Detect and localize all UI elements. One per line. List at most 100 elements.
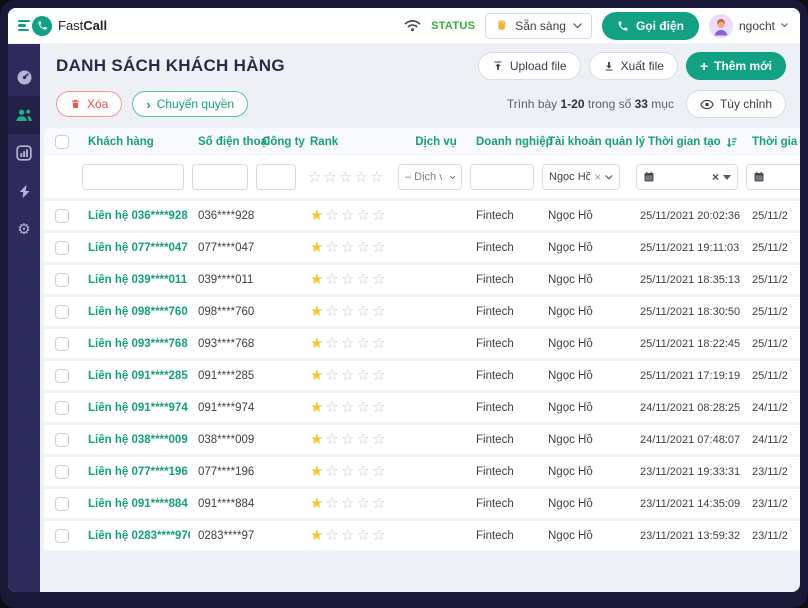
customer-link[interactable]: Liên hệ 077****196 (80, 466, 190, 478)
column-header-account[interactable]: Tài khoản quản lý (540, 136, 626, 148)
sidebar-item-reports[interactable] (8, 134, 40, 172)
filter-service-select[interactable]: – Dịch vụ – (398, 164, 462, 190)
star-icon[interactable]: ☆ (339, 170, 352, 185)
star-icon[interactable]: ☆ (372, 208, 385, 223)
customer-link[interactable]: Liên hệ 091****974 (80, 402, 190, 414)
customer-link[interactable]: Liên hệ 093****768 (80, 338, 190, 350)
select-all-checkbox[interactable] (55, 135, 69, 149)
star-icon[interactable]: ★ (310, 464, 323, 479)
star-icon[interactable]: ☆ (372, 304, 385, 319)
star-icon[interactable]: ☆ (325, 240, 338, 255)
filter-phone-input[interactable] (192, 164, 248, 190)
call-button[interactable]: Gọi điện (602, 12, 699, 40)
star-icon[interactable]: ☆ (372, 464, 385, 479)
star-icon[interactable]: ☆ (356, 272, 369, 287)
star-icon[interactable]: ☆ (341, 208, 354, 223)
column-header-company[interactable]: Công ty (254, 136, 302, 148)
star-icon[interactable]: ☆ (341, 432, 354, 447)
filter-company-input[interactable] (256, 164, 296, 190)
delete-button[interactable]: Xóa (56, 91, 122, 117)
customer-link[interactable]: Liên hệ 098****760 (80, 306, 190, 318)
star-icon[interactable]: ☆ (325, 496, 338, 511)
star-icon[interactable]: ★ (310, 208, 323, 223)
star-icon[interactable]: ☆ (325, 528, 338, 543)
row-checkbox[interactable] (55, 497, 69, 511)
star-icon[interactable]: ☆ (325, 304, 338, 319)
star-icon[interactable]: ☆ (356, 400, 369, 415)
column-header-rank[interactable]: Rank (302, 136, 396, 148)
star-icon[interactable]: ☆ (356, 336, 369, 351)
column-header-service[interactable]: Dịch vụ (396, 136, 468, 148)
availability-select[interactable]: Sẵn sàng (485, 13, 592, 39)
customer-link[interactable]: Liên hệ 077****047 (80, 242, 190, 254)
star-icon[interactable]: ☆ (356, 432, 369, 447)
star-icon[interactable]: ★ (310, 304, 323, 319)
star-icon[interactable]: ☆ (341, 272, 354, 287)
star-icon[interactable]: ☆ (356, 304, 369, 319)
star-icon[interactable]: ☆ (356, 464, 369, 479)
star-icon[interactable]: ★ (310, 336, 323, 351)
customer-link[interactable]: Liên hệ 091****884 (80, 498, 190, 510)
star-icon[interactable]: ☆ (325, 336, 338, 351)
star-icon[interactable]: ☆ (356, 528, 369, 543)
star-icon[interactable]: ☆ (356, 240, 369, 255)
star-icon[interactable]: ☆ (341, 336, 354, 351)
column-header-business[interactable]: Doanh nghiệp (468, 136, 540, 148)
filter-business-input[interactable] (470, 164, 534, 190)
customer-link[interactable]: Liên hệ 0283****976 (80, 530, 190, 542)
column-header-updated[interactable]: Thời gia (744, 136, 800, 148)
row-checkbox[interactable] (55, 401, 69, 415)
row-checkbox[interactable] (55, 529, 69, 543)
star-icon[interactable]: ☆ (356, 208, 369, 223)
row-checkbox[interactable] (55, 273, 69, 287)
star-icon[interactable]: ☆ (372, 400, 385, 415)
star-icon[interactable]: ☆ (341, 496, 354, 511)
star-icon[interactable]: ☆ (325, 400, 338, 415)
filter-customer-input[interactable] (82, 164, 184, 190)
column-header-customer[interactable]: Khách hàng (80, 136, 190, 148)
star-icon[interactable]: ☆ (323, 170, 336, 185)
star-icon[interactable]: ☆ (325, 432, 338, 447)
sidebar-item-dashboard[interactable] (8, 58, 40, 96)
column-header-phone[interactable]: Số điện thoại (190, 136, 254, 148)
customer-link[interactable]: Liên hệ 036****928 (80, 210, 190, 222)
add-new-button[interactable]: + Thêm mới (686, 52, 786, 80)
row-checkbox[interactable] (55, 209, 69, 223)
star-icon[interactable]: ☆ (372, 528, 385, 543)
star-icon[interactable]: ☆ (341, 368, 354, 383)
customize-button[interactable]: Tùy chỉnh (686, 90, 786, 118)
filter-account-select[interactable]: Ngọc Hồ × (542, 164, 620, 190)
star-icon[interactable]: ☆ (372, 272, 385, 287)
star-icon[interactable]: ☆ (372, 240, 385, 255)
star-icon[interactable]: ☆ (372, 368, 385, 383)
star-icon[interactable]: ☆ (341, 464, 354, 479)
column-header-created[interactable]: Thời gian tạo (626, 136, 744, 148)
row-checkbox[interactable] (55, 305, 69, 319)
upload-file-button[interactable]: Upload file (478, 52, 581, 80)
star-icon[interactable]: ☆ (308, 170, 321, 185)
star-icon[interactable]: ★ (310, 528, 323, 543)
star-icon[interactable]: ★ (310, 400, 323, 415)
brand-logo[interactable]: FastCall (18, 16, 107, 36)
customer-link[interactable]: Liên hệ 091****285 (80, 370, 190, 382)
row-checkbox[interactable] (55, 241, 69, 255)
star-icon[interactable]: ☆ (372, 496, 385, 511)
customer-link[interactable]: Liên hệ 039****011 (80, 274, 190, 286)
star-icon[interactable]: ★ (310, 496, 323, 511)
star-icon[interactable]: ★ (310, 368, 323, 383)
star-icon[interactable]: ☆ (325, 464, 338, 479)
clear-date-icon[interactable]: × (712, 171, 719, 183)
sidebar-item-campaigns[interactable] (8, 172, 40, 210)
star-icon[interactable]: ★ (310, 240, 323, 255)
sidebar-item-settings[interactable]: ⚙ (8, 210, 40, 248)
star-icon[interactable]: ☆ (341, 304, 354, 319)
star-icon[interactable]: ☆ (356, 368, 369, 383)
sidebar-item-customers[interactable] (8, 96, 40, 134)
row-checkbox[interactable] (55, 337, 69, 351)
customer-link[interactable]: Liên hệ 038****009 (80, 434, 190, 446)
star-icon[interactable]: ☆ (372, 336, 385, 351)
star-icon[interactable]: ☆ (341, 240, 354, 255)
filter-updated-date-picker[interactable] (746, 164, 800, 190)
star-icon[interactable]: ☆ (325, 208, 338, 223)
star-icon[interactable]: ☆ (325, 368, 338, 383)
